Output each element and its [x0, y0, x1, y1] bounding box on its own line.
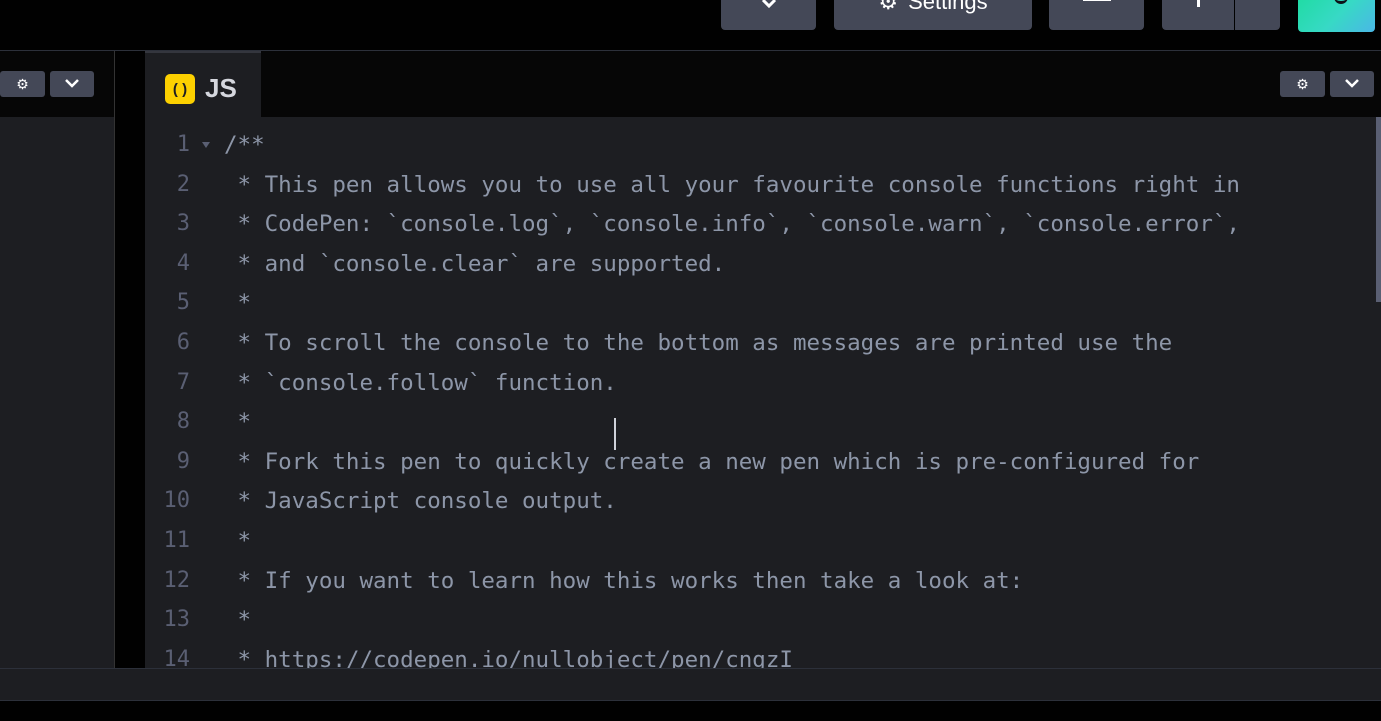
- code-text: * Fork this pen to quickly create a new …: [224, 448, 1200, 475]
- layout-icon: [1082, 0, 1111, 1]
- code-text: * CodePen: `console.log`, `console.info`…: [224, 211, 1240, 238]
- code-text: * `console.follow` function.: [224, 369, 617, 396]
- panel-settings-button[interactable]: ⚙: [0, 71, 45, 97]
- gear-icon: ⚙: [878, 0, 899, 14]
- code-line[interactable]: 5 *: [145, 283, 1375, 323]
- tab-js[interactable]: ( ) JS: [145, 51, 261, 117]
- code-text: /**: [224, 132, 265, 158]
- line-number: 8: [176, 409, 190, 435]
- code-text: *: [224, 409, 252, 436]
- code-line[interactable]: 1 /**: [145, 125, 1375, 165]
- line-number: 10: [163, 488, 191, 514]
- code-text: * If you want to learn how this works th…: [224, 567, 1024, 594]
- line-number: 3: [176, 211, 190, 237]
- js-editor: ( ) JS 1 /** 2 * This pen allows you to us…: [145, 51, 1381, 668]
- code-line[interactable]: 9 * Fork this pen to quickly create a ne…: [145, 442, 1375, 482]
- tab-js-label: JS: [205, 73, 237, 103]
- code-line[interactable]: 13 *: [145, 600, 1375, 640]
- text-cursor: [614, 418, 616, 450]
- js-logo-icon: ( ): [165, 74, 195, 104]
- js-collapse-button[interactable]: [1330, 71, 1374, 97]
- chevron-down-button[interactable]: [721, 0, 816, 30]
- bottom-bar: [0, 668, 1381, 701]
- save-button[interactable]: [1162, 0, 1234, 30]
- panel-resizer[interactable]: [114, 51, 145, 668]
- code-text: * JavaScript console output.: [224, 488, 617, 515]
- line-number: 14: [163, 646, 191, 668]
- code-text: * and `console.clear` are supported.: [224, 250, 726, 277]
- css-editor-panel-collapsed: [0, 51, 114, 668]
- code-line[interactable]: 7 * `console.follow` function.: [145, 363, 1375, 403]
- gear-icon: ⚙: [16, 75, 29, 92]
- js-settings-button[interactable]: ⚙: [1280, 71, 1325, 97]
- gear-icon: ⚙: [1296, 75, 1309, 92]
- line-number: 6: [176, 330, 190, 355]
- scrollbar[interactable]: [1376, 117, 1381, 302]
- chevron-down-icon: [65, 79, 79, 88]
- code-line[interactable]: 10 * JavaScript console output.: [145, 481, 1375, 521]
- line-number: 5: [176, 290, 190, 316]
- code-line[interactable]: 4 * and `console.clear` are supported.: [145, 244, 1375, 284]
- code-line[interactable]: 2 * This pen allows you to use all your …: [145, 165, 1375, 205]
- chevron-down-icon: [761, 0, 777, 15]
- code-text: *: [224, 607, 252, 634]
- line-number: 9: [176, 448, 190, 474]
- code-text: *: [224, 528, 252, 554]
- avatar[interactable]: [1298, 0, 1375, 32]
- code-area[interactable]: 1 /** 2 * This pen allows you to use all y…: [145, 117, 1375, 668]
- footer: [0, 700, 1381, 721]
- code-line[interactable]: 12 * If you want to learn how this works…: [145, 561, 1375, 601]
- layout-button[interactable]: [1049, 0, 1144, 30]
- settings-button[interactable]: ⚙ Settings: [834, 0, 1032, 30]
- line-number: 2: [176, 171, 190, 197]
- code-text: * This pen allows you to use all your fa…: [224, 171, 1240, 198]
- panel-collapse-button[interactable]: [50, 71, 94, 97]
- fold-arrow-icon[interactable]: [202, 142, 210, 148]
- code-line[interactable]: 8 *: [145, 402, 1375, 442]
- code-line[interactable]: 11 *: [145, 521, 1375, 561]
- line-number: 11: [163, 528, 191, 553]
- line-number: 7: [176, 369, 190, 395]
- top-header: ⚙ Settings: [0, 0, 1381, 51]
- chevron-down-icon: [1345, 79, 1359, 88]
- js-editor-header: ( ) JS: [145, 51, 1381, 117]
- code-text: * To scroll the console to the bottom as…: [224, 330, 1173, 356]
- code-line[interactable]: 14 * https://codepen.io/nullobject/pen/c…: [145, 640, 1375, 668]
- settings-label: Settings: [908, 0, 988, 14]
- line-number: 1: [176, 132, 190, 157]
- code-line[interactable]: 3 * CodePen: `console.log`, `console.inf…: [145, 204, 1375, 244]
- line-number: 13: [163, 607, 191, 633]
- line-number: 4: [176, 250, 190, 276]
- save-options-button[interactable]: [1235, 0, 1280, 30]
- save-icon: [1196, 0, 1200, 7]
- code-line[interactable]: 6 * To scroll the console to the bottom …: [145, 323, 1375, 363]
- code-text: * https://codepen.io/nullobject/pen/cngz…: [224, 646, 793, 668]
- code-text: *: [224, 290, 252, 317]
- line-number: 12: [163, 567, 191, 593]
- smile-icon: [1334, 0, 1348, 4]
